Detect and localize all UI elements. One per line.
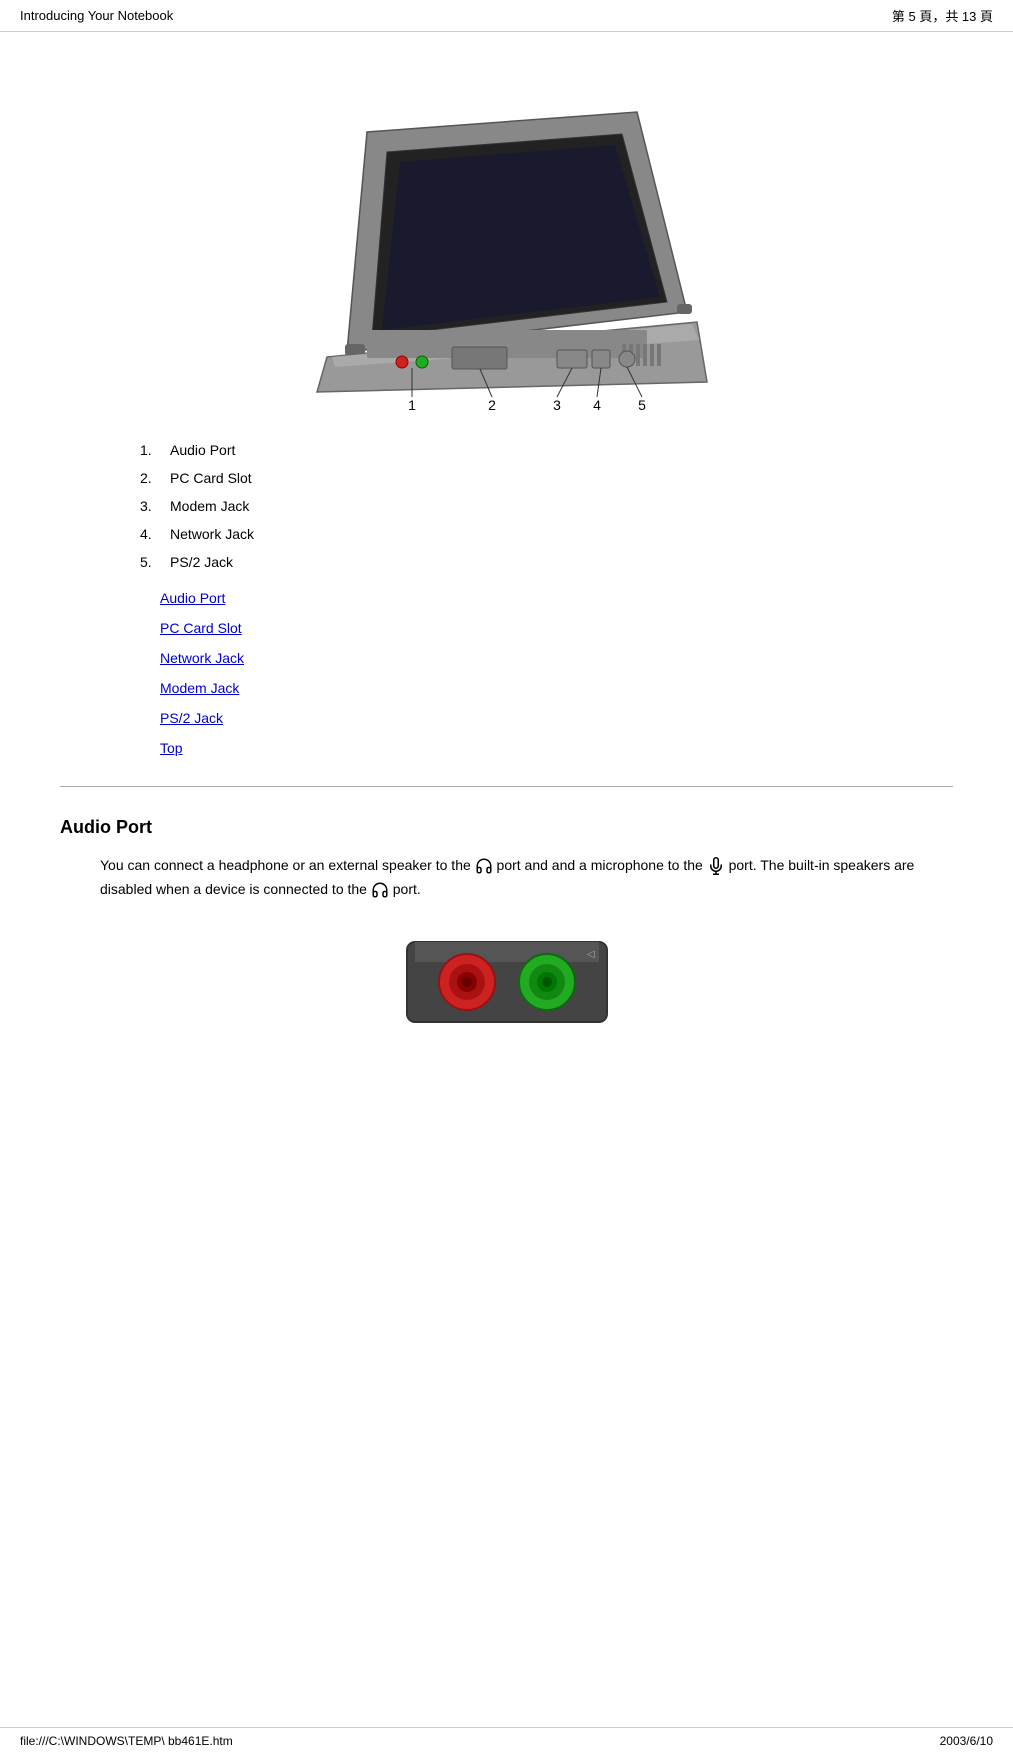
item-label-2: PC Card Slot bbox=[170, 470, 252, 486]
svg-text:1: 1 bbox=[408, 397, 416, 412]
item-label-1: Audio Port bbox=[170, 442, 235, 458]
link-list: Audio Port PC Card Slot Network Jack Mod… bbox=[160, 590, 953, 756]
list-item-2: 2. PC Card Slot bbox=[140, 470, 953, 486]
svg-text:2: 2 bbox=[488, 397, 496, 412]
section-divider bbox=[60, 786, 953, 787]
list-item-3: 3. Modem Jack bbox=[140, 498, 953, 514]
link-modem-jack[interactable]: Modem Jack bbox=[160, 680, 953, 696]
laptop-image: 1 2 3 4 5 bbox=[60, 72, 953, 412]
footer-date: 2003/6/10 bbox=[940, 1734, 993, 1748]
list-item-4: 4. Network Jack bbox=[140, 526, 953, 542]
link-audio-port[interactable]: Audio Port bbox=[160, 590, 953, 606]
item-label-3: Modem Jack bbox=[170, 498, 249, 514]
item-num-2: 2. bbox=[140, 470, 170, 486]
list-item-5: 5. PS/2 Jack bbox=[140, 554, 953, 570]
page-footer: file:///C:\WINDOWS\TEMP\ bb461E.htm 2003… bbox=[0, 1727, 1013, 1754]
audio-port-body: You can connect a headphone or an extern… bbox=[100, 854, 953, 902]
item-num-1: 1. bbox=[140, 442, 170, 458]
items-list: 1. Audio Port 2. PC Card Slot 3. Modem J… bbox=[140, 442, 953, 570]
callout-numbers: 1 2 3 4 5 bbox=[408, 397, 646, 412]
audio-image-container: ◁ bbox=[60, 922, 953, 1042]
item-num-3: 3. bbox=[140, 498, 170, 514]
footer-url: file:///C:\WINDOWS\TEMP\ bb461E.htm bbox=[20, 1734, 233, 1748]
numbered-list: 1. Audio Port 2. PC Card Slot 3. Modem J… bbox=[140, 442, 953, 570]
headphone-icon2 bbox=[371, 881, 389, 899]
laptop-base bbox=[317, 322, 707, 392]
main-content: 1 2 3 4 5 1. Audio Port 2. PC Card Slot … bbox=[0, 32, 1013, 1132]
audio-port-title: Audio Port bbox=[60, 817, 953, 838]
body-text-2: port and and a microphone to the bbox=[497, 857, 707, 873]
list-item-1: 1. Audio Port bbox=[140, 442, 953, 458]
svg-text:5: 5 bbox=[638, 397, 646, 412]
mic-icon bbox=[707, 857, 725, 875]
link-pc-card-slot[interactable]: PC Card Slot bbox=[160, 620, 953, 636]
svg-text:◁: ◁ bbox=[587, 949, 595, 960]
body-text-4: port. bbox=[393, 881, 421, 897]
item-label-4: Network Jack bbox=[170, 526, 254, 542]
item-num-5: 5. bbox=[140, 554, 170, 570]
headphone-icon bbox=[475, 857, 493, 875]
page-info: 第 5 頁，共 13 頁 bbox=[892, 6, 993, 25]
page-title: Introducing Your Notebook bbox=[20, 8, 173, 23]
svg-text:4: 4 bbox=[593, 397, 601, 412]
page-header: Introducing Your Notebook 第 5 頁，共 13 頁 bbox=[0, 0, 1013, 32]
body-text-1: You can connect a headphone or an extern… bbox=[100, 857, 475, 873]
audio-port-section: Audio Port You can connect a headphone o… bbox=[60, 817, 953, 1042]
link-network-jack[interactable]: Network Jack bbox=[160, 650, 953, 666]
item-num-4: 4. bbox=[140, 526, 170, 542]
link-ps2-jack[interactable]: PS/2 Jack bbox=[160, 710, 953, 726]
link-top[interactable]: Top bbox=[160, 740, 953, 756]
svg-text:3: 3 bbox=[553, 397, 561, 412]
laptop-lid bbox=[345, 112, 692, 356]
audio-port-image: ◁ bbox=[397, 922, 617, 1042]
item-label-5: PS/2 Jack bbox=[170, 554, 233, 570]
